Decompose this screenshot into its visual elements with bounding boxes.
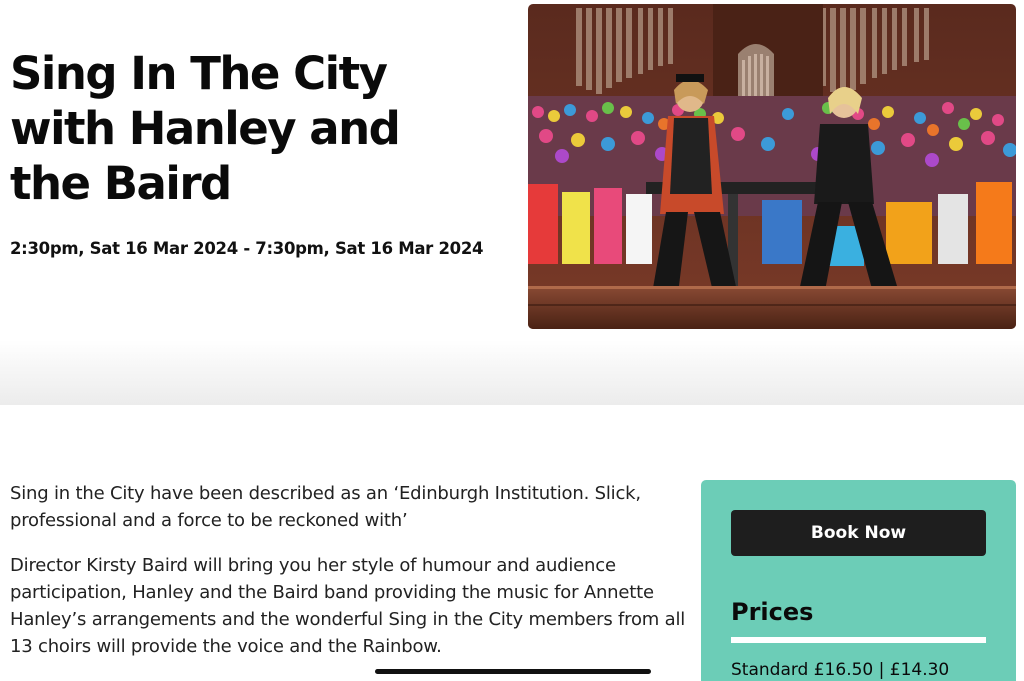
event-description: Sing in the City have been described as … bbox=[10, 480, 690, 678]
prices-divider bbox=[731, 637, 986, 643]
home-indicator[interactable] bbox=[375, 669, 651, 674]
hero-photo bbox=[528, 4, 1016, 329]
booking-card: Book Now Prices Standard £16.50 | £14.30 bbox=[701, 480, 1016, 681]
event-title-line-3: the Baird bbox=[10, 157, 232, 210]
price-standard: Standard £16.50 | £14.30 bbox=[731, 660, 950, 680]
book-now-button[interactable]: Book Now bbox=[731, 510, 986, 556]
description-paragraph-1: Sing in the City have been described as … bbox=[10, 483, 641, 531]
prices-heading: Prices bbox=[731, 598, 814, 626]
event-datetime: 2:30pm, Sat 16 Mar 2024 - 7:30pm, Sat 16… bbox=[10, 239, 484, 258]
event-title-line-1: Sing In The City bbox=[10, 47, 388, 100]
description-paragraph-2: Director Kirsty Baird will bring you her… bbox=[10, 555, 686, 657]
event-title: Sing In The City with Hanley and the Bai… bbox=[10, 46, 510, 211]
event-page: Sing In The City with Hanley and the Bai… bbox=[0, 0, 1024, 681]
event-hero: Sing In The City with Hanley and the Bai… bbox=[0, 0, 1024, 405]
event-title-line-2: with Hanley and bbox=[10, 102, 401, 155]
